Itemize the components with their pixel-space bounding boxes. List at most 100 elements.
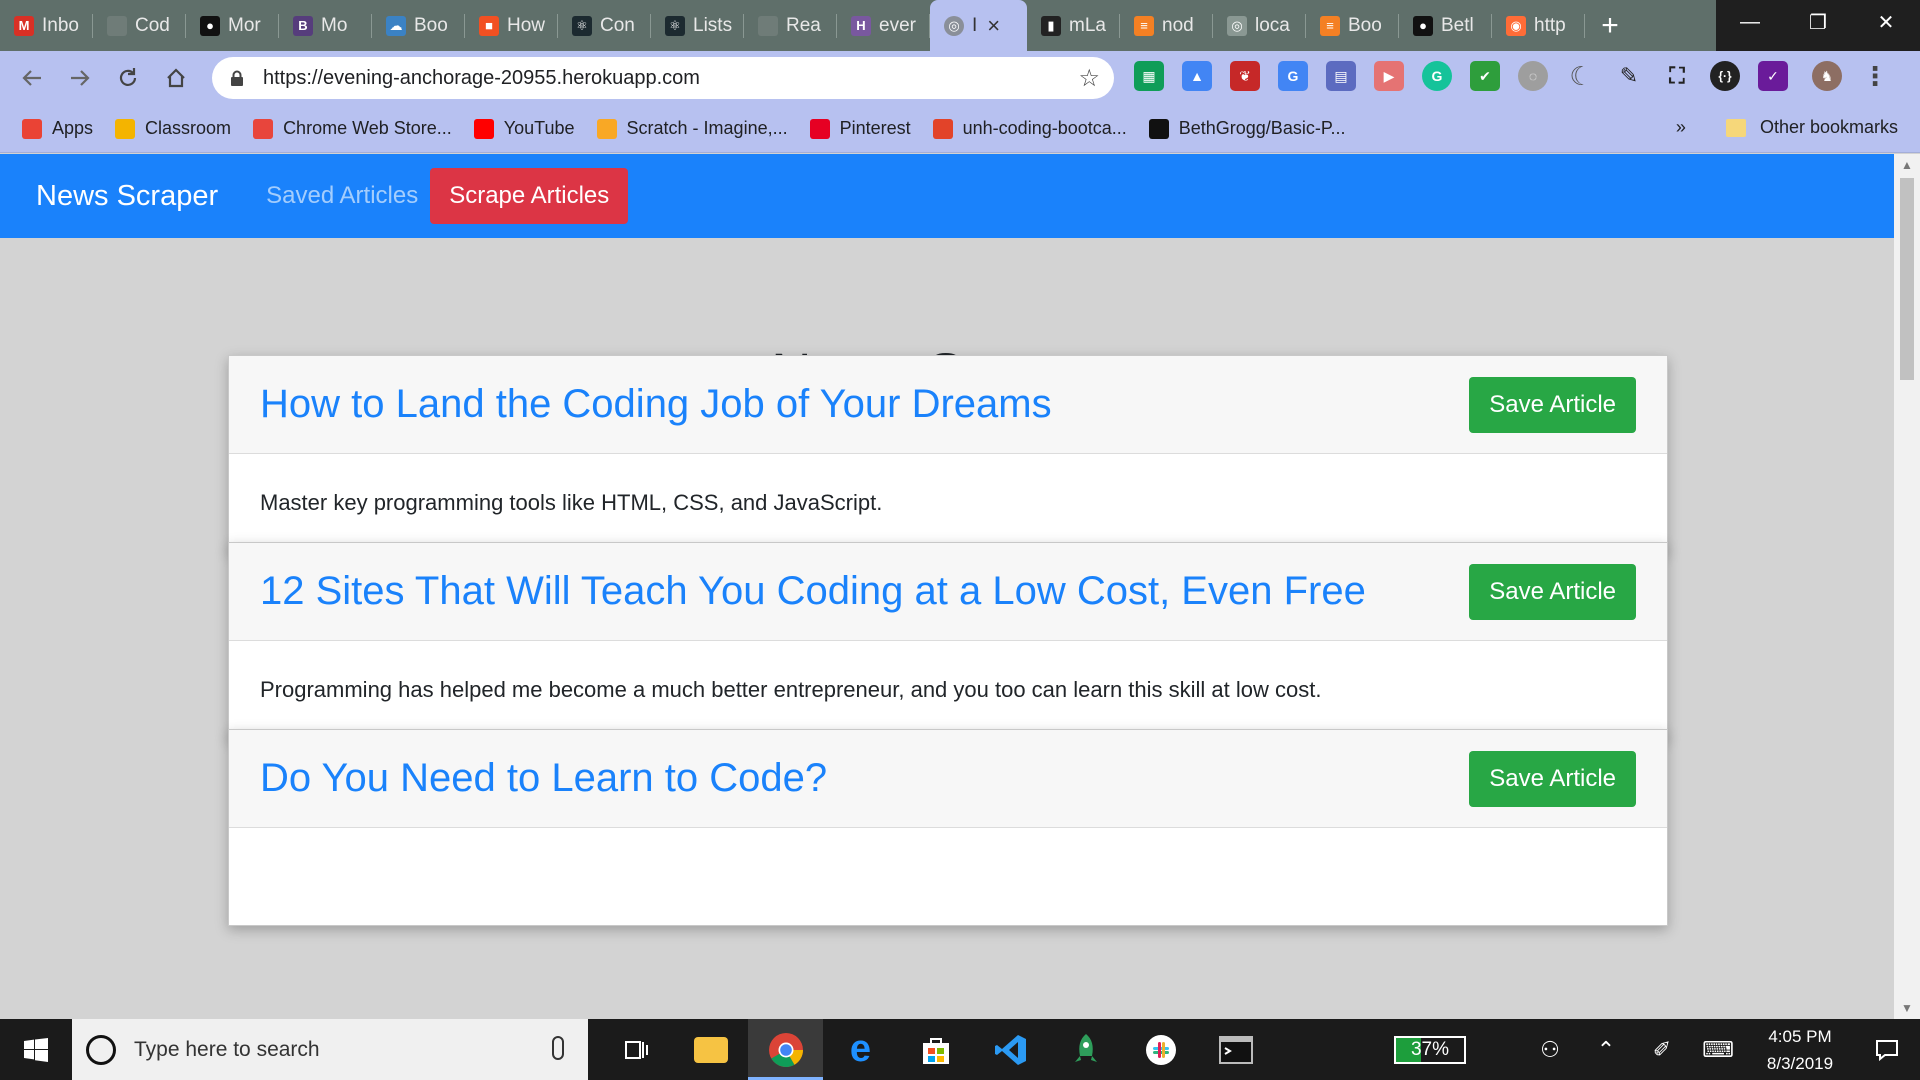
tab-list: M Inbo Cod ● Mor B Mo ☁ Boo ■ How ⚛ Con ⚛ Lists Rea Heve… xyxy=(0,0,930,51)
navbar-brand[interactable]: News Scraper xyxy=(36,180,218,213)
rocket-icon xyxy=(1074,1033,1097,1062)
scroll-up-arrow-icon[interactable]: ▲ xyxy=(1901,158,1913,172)
bookmark-item[interactable]: Pinterest xyxy=(809,118,911,139)
bookmark-item[interactable]: Classroom xyxy=(115,118,231,139)
tab[interactable]: Hever xyxy=(837,0,930,51)
edge-taskbar-button[interactable]: e xyxy=(823,1019,898,1080)
tab[interactable]: ◎ loca xyxy=(1213,0,1306,51)
slack-taskbar-button[interactable] xyxy=(1123,1019,1198,1080)
store-taskbar-button[interactable] xyxy=(898,1019,973,1080)
vertical-scrollbar[interactable]: ▲ ▼ xyxy=(1894,154,1920,1019)
minimize-button[interactable]: — xyxy=(1716,0,1784,45)
action-center-button[interactable] xyxy=(1854,1039,1920,1061)
chrome-taskbar-button[interactable] xyxy=(748,1019,823,1080)
tab-label: Inbo xyxy=(42,14,79,36)
save-article-button[interactable]: Save Article xyxy=(1469,563,1636,620)
code-extension-icon[interactable]: {·} xyxy=(1710,61,1740,91)
bookmark-item[interactable]: unh-coding-bootca... xyxy=(932,118,1127,139)
generic-site-icon xyxy=(107,15,127,36)
scroll-down-arrow-icon[interactable]: ▼ xyxy=(1901,1001,1913,1015)
grammarly-extension-icon[interactable]: G xyxy=(1422,61,1452,91)
tab[interactable]: ● Betl xyxy=(1399,0,1492,51)
tab-active[interactable]: ◎ I × xyxy=(930,0,1027,51)
drive-extension-icon[interactable]: ▲ xyxy=(1182,61,1212,91)
checkmark-extension-icon[interactable]: ✔ xyxy=(1470,61,1500,91)
tab[interactable]: ☁ Boo xyxy=(372,0,465,51)
tab[interactable]: ≡ Boo xyxy=(1306,0,1399,51)
terminal-taskbar-button[interactable] xyxy=(1198,1019,1273,1080)
tab[interactable]: Cod xyxy=(93,0,186,51)
calculator-extension-icon[interactable]: ▤ xyxy=(1326,61,1356,91)
notification-icon xyxy=(1876,1039,1898,1061)
restore-button[interactable]: ❐ xyxy=(1784,0,1852,45)
tab[interactable]: ● Mor xyxy=(186,0,279,51)
taskbar-clock[interactable]: 4:05 PM 8/3/2019 xyxy=(1746,1023,1854,1077)
saved-articles-link[interactable]: Saved Articles xyxy=(266,182,418,210)
sheets-extension-icon[interactable]: ▦ xyxy=(1134,61,1164,91)
save-article-button[interactable]: Save Article xyxy=(1469,376,1636,433)
task-view-button[interactable] xyxy=(598,1019,673,1080)
github-icon: ● xyxy=(1413,15,1433,36)
bookmark-item[interactable]: Chrome Web Store... xyxy=(253,118,452,139)
tab[interactable]: ▮ mLa xyxy=(1027,0,1120,51)
home-button[interactable] xyxy=(152,54,200,102)
pocket-extension-icon[interactable]: ✓ xyxy=(1758,61,1788,91)
translate-extension-icon[interactable]: G xyxy=(1278,61,1308,91)
save-article-button[interactable]: Save Article xyxy=(1469,750,1636,807)
postman-icon: ◉ xyxy=(1506,15,1526,36)
tab-label: Con xyxy=(600,14,635,36)
bookmark-star-icon[interactable]: ☆ xyxy=(1078,64,1100,93)
show-hidden-icons-chevron-icon[interactable]: ⌃ xyxy=(1578,1037,1634,1063)
other-bookmarks-label[interactable]: Other bookmarks xyxy=(1760,117,1898,138)
scrollbar-thumb[interactable] xyxy=(1900,178,1914,380)
start-button[interactable] xyxy=(0,1019,72,1080)
tab[interactable]: M Inbo xyxy=(0,0,93,51)
tab[interactable]: Rea xyxy=(744,0,837,51)
article-title-link[interactable]: Do You Need to Learn to Code? xyxy=(260,756,827,801)
apps-grid-icon xyxy=(22,118,42,139)
file-explorer-button[interactable] xyxy=(673,1019,748,1080)
new-tab-button[interactable]: + xyxy=(1585,0,1635,51)
bookmark-item[interactable]: YouTube xyxy=(473,118,575,139)
store-icon xyxy=(922,1037,949,1064)
pen-workspace-icon[interactable]: ✐ xyxy=(1634,1037,1690,1063)
profile-avatar[interactable]: ♞ xyxy=(1812,61,1842,91)
taskbar-search-placeholder: Type here to search xyxy=(134,1037,320,1061)
leaf-extension-icon[interactable]: ❦ xyxy=(1230,61,1260,91)
taskbar-search[interactable]: Type here to search xyxy=(72,1019,588,1080)
forward-button[interactable] xyxy=(56,54,104,102)
eyedropper-extension-icon[interactable]: ✎ xyxy=(1614,61,1644,91)
close-tab-icon[interactable]: × xyxy=(987,13,1000,39)
battery-indicator[interactable]: 37% xyxy=(1394,1035,1466,1064)
video-extension-icon[interactable]: ▶ xyxy=(1374,61,1404,91)
tab[interactable]: B Mo xyxy=(279,0,372,51)
rocket-app-taskbar-button[interactable] xyxy=(1048,1019,1123,1080)
tab[interactable]: ■ How xyxy=(465,0,558,51)
reload-button[interactable] xyxy=(104,54,152,102)
bookmarks-overflow-button[interactable]: » xyxy=(1676,117,1686,138)
tab[interactable]: ≡ nod xyxy=(1120,0,1213,51)
vscode-taskbar-button[interactable] xyxy=(973,1019,1048,1080)
article-title-link[interactable]: How to Land the Coding Job of Your Dream… xyxy=(260,382,1052,427)
bookmark-item[interactable]: Apps xyxy=(22,118,93,139)
article-card: Do You Need to Learn to Code? Save Articl… xyxy=(228,729,1668,926)
dark-mode-extension-icon[interactable]: ☾ xyxy=(1566,61,1596,91)
address-bar[interactable]: https://evening-anchorage-20955.herokuap… xyxy=(212,57,1114,99)
tab-label: How xyxy=(507,14,546,36)
screenshot-extension-icon[interactable]: ⛶ xyxy=(1662,61,1692,91)
menu-kebab-icon[interactable]: ⋮ xyxy=(1860,61,1890,91)
tab[interactable]: ⚛ Lists xyxy=(651,0,744,51)
back-button[interactable] xyxy=(8,54,56,102)
tab[interactable]: ◉ http xyxy=(1492,0,1585,51)
fingerprint-extension-icon[interactable]: ◌ xyxy=(1518,61,1548,91)
close-window-button[interactable]: ✕ xyxy=(1852,0,1920,45)
microphone-icon[interactable] xyxy=(552,1036,564,1060)
bookmark-item[interactable]: BethGrogg/Basic-P... xyxy=(1148,118,1346,139)
scrape-articles-button[interactable]: Scrape Articles xyxy=(430,168,629,224)
bootstrap-icon: B xyxy=(293,15,313,36)
tab[interactable]: ⚛ Con xyxy=(558,0,651,51)
bookmark-item[interactable]: Scratch - Imagine,... xyxy=(596,118,788,139)
people-icon[interactable]: ⚇ xyxy=(1522,1037,1578,1063)
touch-keyboard-icon[interactable]: ⌨ xyxy=(1690,1037,1746,1063)
article-title-link[interactable]: 12 Sites That Will Teach You Coding at a… xyxy=(260,569,1366,614)
